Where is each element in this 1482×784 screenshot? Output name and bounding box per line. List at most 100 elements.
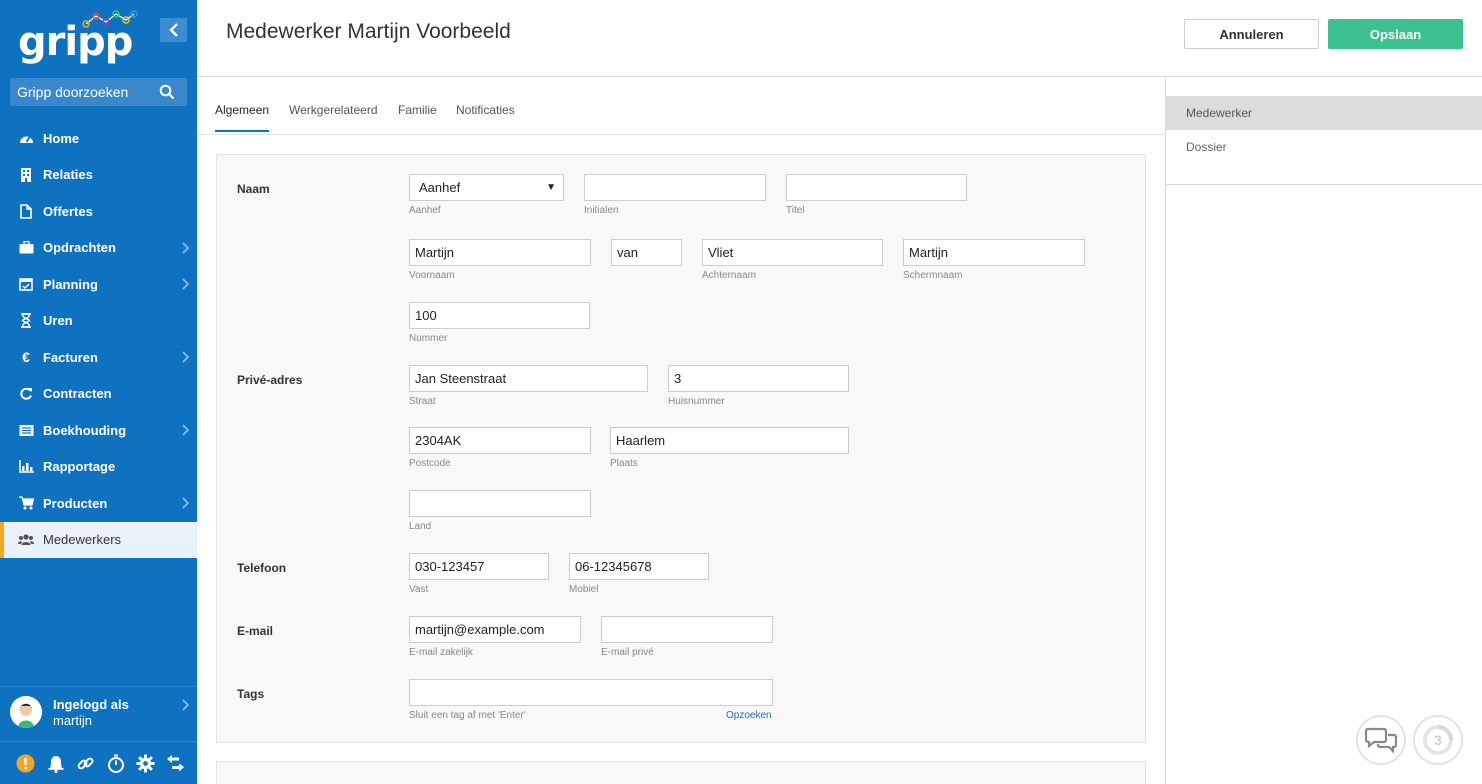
voornaam-field: Voornaam (409, 239, 591, 281)
field-label: E-mail privé (601, 647, 654, 658)
user-name: martijn (53, 713, 93, 728)
nav-item-contracten[interactable]: Contracten (0, 376, 197, 413)
field-label: Land (409, 521, 432, 532)
tags-field: Sluit een tag af met 'Enter' (409, 679, 773, 721)
collapse-sidebar-button[interactable] (160, 18, 187, 42)
email-zakelijk-input[interactable] (409, 616, 581, 643)
section-link-medewerker[interactable]: Medewerker (1166, 96, 1482, 130)
opzoeken-link[interactable]: Opzoeken (726, 710, 772, 721)
huisnummer-input[interactable] (668, 365, 849, 392)
schermnaam-input[interactable] (903, 239, 1085, 266)
cancel-button[interactable]: Annuleren (1184, 19, 1319, 49)
bell-icon[interactable] (45, 753, 66, 774)
nav-item-opdrachten[interactable]: Opdrachten (0, 230, 197, 267)
section-link-dossier[interactable]: Dossier (1166, 130, 1482, 164)
nav-label: Producten (43, 495, 108, 511)
gear-icon[interactable] (135, 753, 156, 774)
chevron-right-icon (182, 699, 189, 711)
email-prive-input[interactable] (601, 616, 773, 643)
tab-familie[interactable]: Familie (398, 103, 437, 130)
plaats-field: Plaats (610, 427, 849, 469)
refresh-icon (18, 386, 34, 402)
right-panel: Medewerker Dossier (1165, 77, 1482, 784)
switch-arrows-icon[interactable] (165, 753, 186, 774)
search-input[interactable]: Gripp doorzoeken (10, 78, 187, 106)
link-icon[interactable] (75, 753, 96, 774)
field-label: Vast (409, 584, 429, 595)
mobiel-input[interactable] (569, 553, 709, 580)
vast-field: Vast (409, 553, 549, 595)
tussenvoegsel-input[interactable] (611, 239, 682, 266)
aanhef-select[interactable]: Aanhef ▼ (409, 174, 564, 201)
badge-count: 3 (1434, 732, 1442, 748)
nav-label: Facturen (43, 349, 98, 365)
nav-item-producten[interactable]: Producten (0, 485, 197, 522)
nav-item-relaties[interactable]: Relaties (0, 157, 197, 194)
plaats-input[interactable] (610, 427, 849, 454)
titel-input[interactable] (786, 174, 967, 201)
chevron-right-icon (182, 497, 189, 509)
field-label: Titel (786, 205, 805, 216)
section-label-naam: Naam (237, 182, 270, 196)
cart-icon (18, 495, 34, 511)
vast-input[interactable] (409, 553, 549, 580)
field-label: Mobiel (569, 584, 599, 595)
email-zakelijk-field: E-mail zakelijk (409, 616, 581, 658)
tab-werkgerelateerd[interactable]: Werkgerelateerd (289, 103, 378, 130)
nav-label: Contracten (43, 386, 112, 402)
main-nav: Home Relaties Offertes Opdrachten Planni… (0, 120, 197, 558)
achternaam-input[interactable] (702, 239, 883, 266)
notification-badge-button[interactable]: 3 (1413, 715, 1463, 765)
achternaam-field: Achternaam (702, 239, 883, 281)
save-button[interactable]: Opslaan (1328, 19, 1463, 49)
field-label: Straat (409, 396, 436, 407)
ledger-icon (18, 422, 34, 438)
alert-icon[interactable] (15, 753, 36, 774)
divider (1166, 184, 1482, 185)
chevron-right-icon (182, 241, 189, 254)
land-input[interactable] (409, 490, 591, 517)
nav-label: Relaties (43, 167, 93, 183)
tags-hint: Sluit een tag af met 'Enter' (409, 710, 526, 721)
voornaam-input[interactable] (409, 239, 591, 266)
bar-chart-icon (18, 459, 34, 475)
user-menu[interactable]: Ingelogd als martijn (0, 686, 197, 738)
nav-item-boekhouding[interactable]: Boekhouding (0, 412, 197, 449)
tab-algemeen[interactable]: Algemeen (215, 103, 270, 132)
building-icon (18, 167, 34, 183)
postcode-input[interactable] (409, 427, 591, 454)
tags-input[interactable] (409, 679, 773, 706)
section-label-tags: Tags (237, 687, 265, 701)
nav-item-offertes[interactable]: Offertes (0, 193, 197, 230)
field-label: Schermnaam (903, 270, 963, 281)
nav-item-facturen[interactable]: € Facturen (0, 339, 197, 376)
aanhef-value: Aanhef (419, 180, 461, 195)
timer-icon[interactable] (105, 753, 126, 774)
nav-item-uren[interactable]: Uren (0, 303, 197, 340)
nav-item-medewerkers[interactable]: Medewerkers (0, 521, 197, 558)
email-prive-field: E-mail privé (601, 616, 773, 658)
nummer-field: Nummer (409, 302, 590, 344)
search-icon[interactable] (159, 84, 175, 100)
chat-button[interactable] (1356, 715, 1406, 765)
field-label: Voornaam (409, 270, 455, 281)
field-label: Huisnummer (668, 396, 725, 407)
nummer-input[interactable] (409, 302, 590, 329)
chevron-right-icon (182, 278, 189, 290)
nav-item-home[interactable]: Home (0, 120, 197, 157)
euro-icon: € (22, 349, 30, 366)
aanhef-field: Aanhef ▼ Aanhef (409, 174, 564, 216)
titel-field: Titel (786, 174, 967, 216)
field-label: Achternaam (702, 270, 756, 281)
straat-input[interactable] (409, 365, 648, 392)
field-label: Postcode (409, 458, 451, 469)
hourglass-icon (18, 313, 34, 329)
user-info: Ingelogd als martijn (53, 697, 129, 729)
field-label: Aanhef (409, 205, 441, 216)
nav-item-planning[interactable]: Planning (0, 266, 197, 303)
tab-notificaties[interactable]: Notificaties (456, 103, 515, 130)
nav-item-rapportage[interactable]: Rapportage (0, 449, 197, 486)
initialen-input[interactable] (584, 174, 766, 201)
field-label: E-mail zakelijk (409, 647, 473, 658)
document-icon (18, 203, 34, 219)
